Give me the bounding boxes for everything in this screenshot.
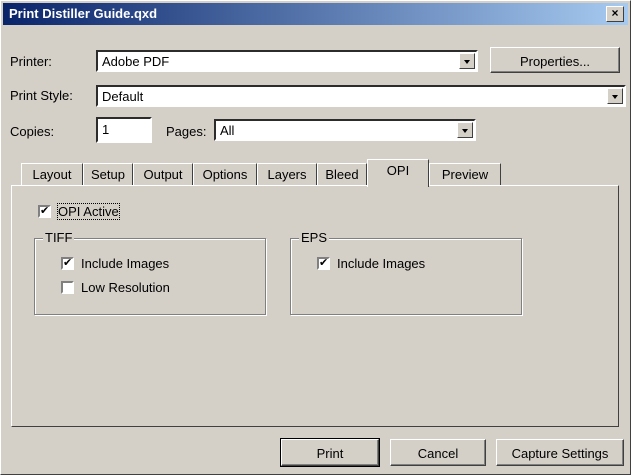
properties-label: Properties... — [519, 54, 591, 69]
window-title: Print Distiller Guide.qxd — [9, 6, 158, 21]
properties-button[interactable]: Properties... — [490, 47, 620, 73]
tiff-low-resolution-checkbox[interactable] — [61, 281, 74, 294]
pages-select[interactable]: All — [214, 119, 476, 141]
tab-setup[interactable]: Setup — [83, 163, 133, 185]
tab-output[interactable]: Output — [133, 163, 193, 185]
eps-include-images-checkbox[interactable] — [317, 256, 330, 270]
cancel-label: Cancel — [417, 446, 459, 461]
printer-label: Printer: — [10, 54, 52, 69]
eps-group: EPS Include Images — [290, 230, 522, 315]
tab-bleed[interactable]: Bleed — [317, 163, 367, 185]
tiff-group-title: TIFF — [43, 230, 75, 245]
chevron-down-icon[interactable] — [459, 53, 475, 69]
opi-active-checkbox[interactable] — [38, 204, 51, 218]
tab-preview[interactable]: Preview — [429, 163, 501, 185]
capture-settings-button[interactable]: Capture Settings — [496, 439, 624, 466]
tiff-include-images-checkbox[interactable] — [61, 256, 74, 270]
opi-active-label[interactable]: OPI Active — [57, 203, 120, 220]
print-style-select[interactable]: Default — [96, 85, 626, 107]
eps-include-images-label: Include Images — [337, 256, 426, 271]
copies-label: Copies: — [10, 124, 55, 139]
tab-options[interactable]: Options — [193, 163, 257, 185]
eps-group-title: EPS — [299, 230, 330, 245]
chevron-down-icon[interactable] — [457, 122, 473, 138]
pages-value: All — [220, 123, 235, 138]
tiff-low-resolution-label: Low Resolution — [81, 280, 170, 295]
copies-value: 1 — [102, 122, 110, 137]
tab-layers[interactable]: Layers — [257, 163, 317, 185]
pages-label: Pages: — [166, 124, 207, 139]
capture-settings-label: Capture Settings — [511, 446, 609, 461]
print-dialog: Print Distiller Guide.qxd × Printer: Ado… — [0, 0, 631, 475]
close-button[interactable]: × — [606, 6, 624, 22]
printer-value: Adobe PDF — [102, 54, 170, 69]
chevron-down-icon[interactable] — [607, 88, 623, 104]
print-label: Print — [316, 446, 344, 461]
tiff-include-images-label: Include Images — [81, 256, 170, 271]
printer-select[interactable]: Adobe PDF — [96, 50, 478, 72]
tiff-group: TIFF Include Images Low Resolution — [34, 230, 266, 315]
print-style-value: Default — [102, 89, 144, 104]
tab-layout[interactable]: Layout — [21, 163, 83, 185]
print-button[interactable]: Print — [280, 438, 380, 467]
cancel-button[interactable]: Cancel — [390, 439, 486, 466]
opi-panel: OPI Active TIFF Include Images Low Resol… — [11, 185, 619, 427]
tab-opi[interactable]: OPI — [367, 159, 429, 187]
title-bar: Print Distiller Guide.qxd × — [3, 3, 628, 25]
print-style-label: Print Style: — [10, 88, 73, 103]
copies-input[interactable]: 1 — [96, 117, 152, 143]
